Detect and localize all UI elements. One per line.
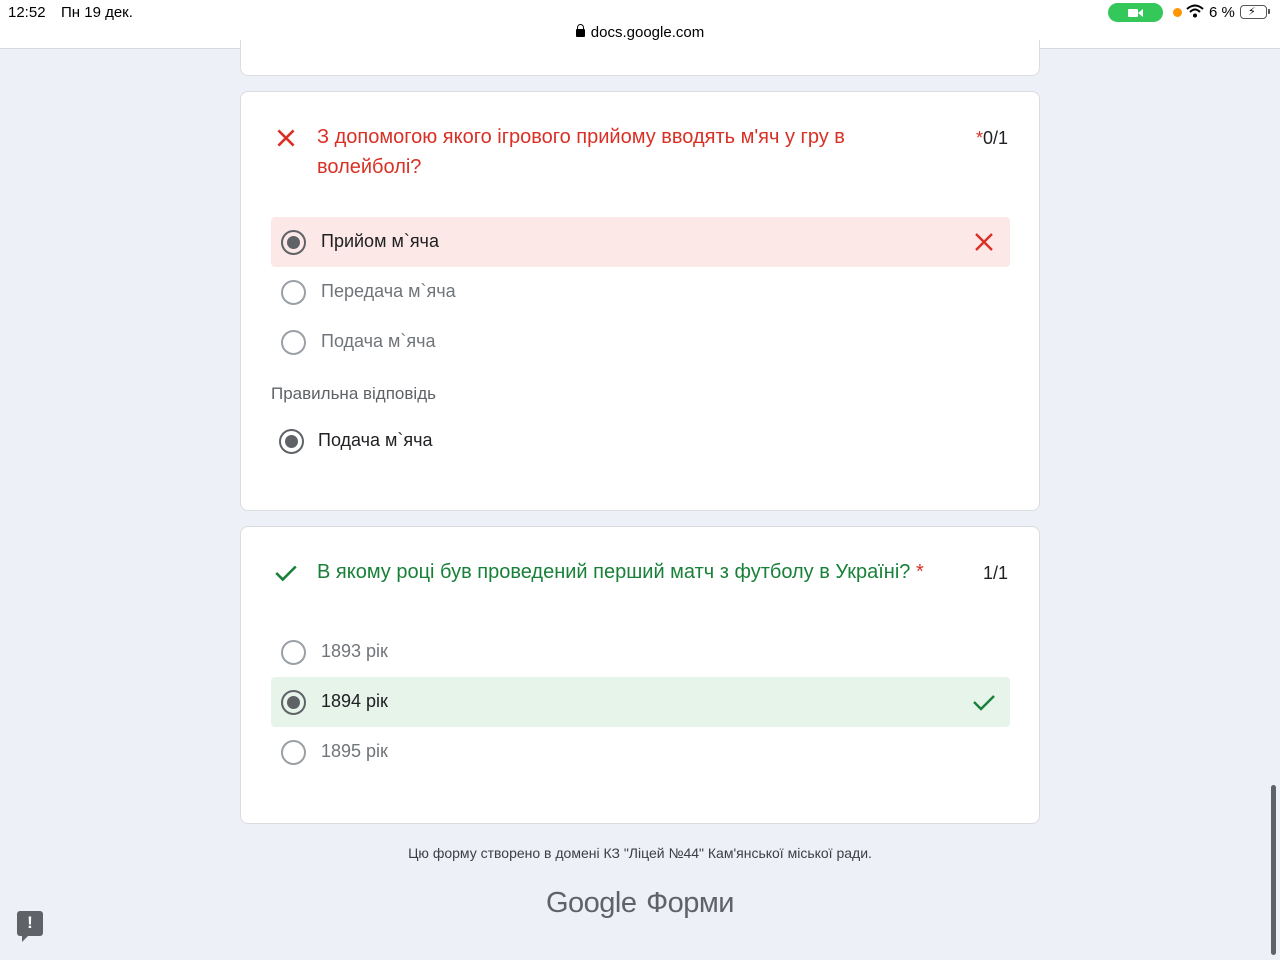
radio-selected-icon [279, 429, 304, 454]
battery-icon: ⚡ [1240, 5, 1270, 19]
radio-selected-icon [281, 690, 306, 715]
question-score: 1/1 [982, 563, 1008, 583]
question-title: З допомогою якого ігрового прийому вводя… [317, 126, 845, 178]
address-bar[interactable]: docs.google.com [0, 24, 1280, 41]
radio-unselected-icon [281, 640, 306, 665]
correct-icon [275, 565, 297, 582]
radio-unselected-icon [281, 330, 306, 355]
previous-question-card [240, 40, 1040, 76]
logo-forms-text: Форми [646, 887, 735, 919]
google-forms-logo[interactable]: Google Форми [0, 887, 1280, 920]
option-label: Подача м`яча [321, 331, 436, 351]
logo-google-text: Google [545, 887, 637, 919]
question-card-2: В якому році був проведений перший матч … [240, 526, 1040, 824]
url-text: docs.google.com [590, 24, 705, 41]
footer-domain-text: Цю форму створено в домені КЗ "Ліцей №44… [408, 845, 872, 861]
status-date: Пн 19 дек. [61, 4, 133, 21]
radio-unselected-icon [281, 740, 306, 765]
correct-answer-heading: Правильна відповідь [271, 384, 436, 403]
incorrect-icon [277, 129, 295, 147]
correct-icon [973, 695, 995, 711]
wifi-icon [1186, 4, 1204, 18]
question-card-1: З допомогою якого ігрового прийому вводя… [240, 91, 1040, 511]
status-time: 12:52 [8, 4, 46, 21]
option-label: Передача м`яча [321, 281, 456, 301]
option-label: 1895 рік [321, 741, 388, 761]
report-abuse-button[interactable]: ! [17, 911, 43, 942]
camera-indicator-icon [1108, 3, 1163, 22]
battery-percent: 6 % [1209, 4, 1235, 21]
correct-answer-row: Подача м`яча [269, 416, 1008, 466]
radio-selected-icon [281, 230, 306, 255]
option-row: Подача м`яча [271, 317, 1010, 367]
exclamation-icon: ! [27, 913, 33, 932]
option-row: 1895 рік [271, 727, 1010, 777]
lock-icon [575, 24, 585, 37]
option-label: Прийом м`яча [321, 231, 439, 251]
scrollbar[interactable] [1271, 785, 1276, 955]
question-title: В якому році був проведений перший матч … [317, 561, 924, 583]
option-row: Передача м`яча [271, 267, 1010, 317]
incorrect-icon [975, 233, 993, 251]
option-row-selected-correct: 1894 рік [271, 677, 1010, 727]
option-label: 1893 рік [321, 641, 388, 661]
question-score: *0/1 [975, 128, 1008, 148]
radio-unselected-icon [281, 280, 306, 305]
option-row-selected-wrong: Прийом м`яча [271, 217, 1010, 267]
option-label: 1894 рік [321, 691, 388, 711]
mic-indicator-icon [1173, 8, 1182, 17]
correct-answer-label: Подача м`яча [318, 430, 433, 450]
option-row: 1893 рік [271, 627, 1010, 677]
